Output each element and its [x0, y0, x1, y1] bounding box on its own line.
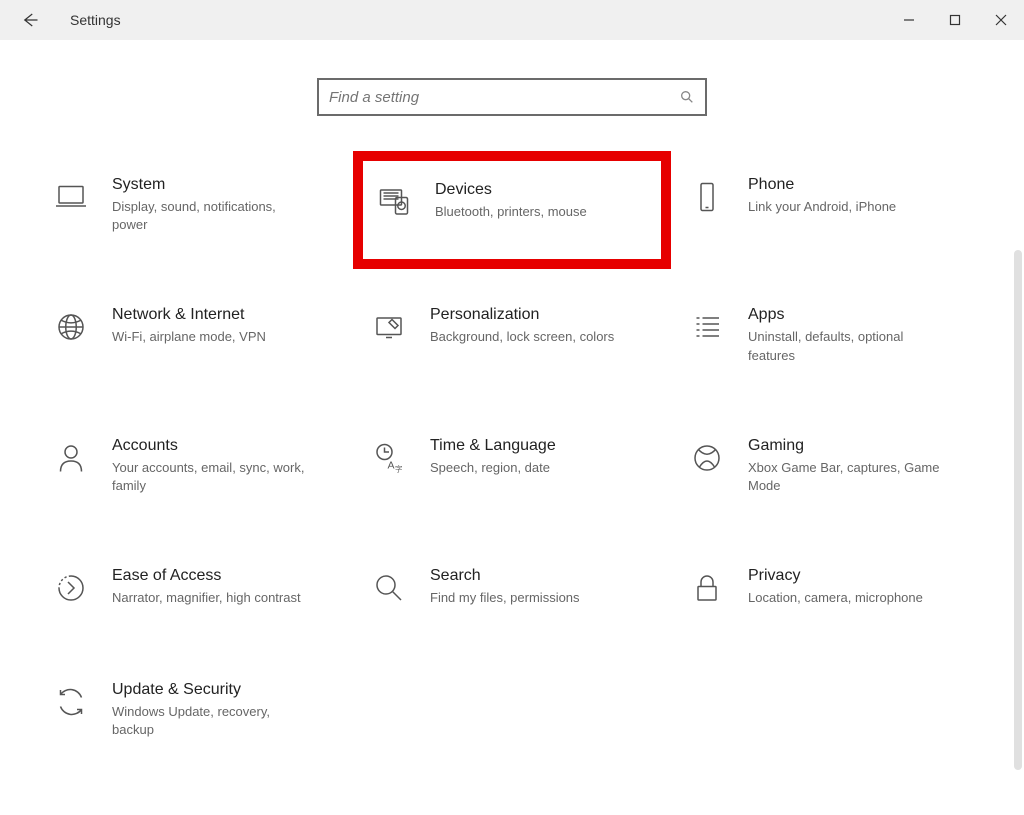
- category-privacy[interactable]: Privacy Location, camera, microphone: [681, 562, 979, 614]
- category-desc: Link your Android, iPhone: [748, 198, 896, 216]
- category-title: Search: [430, 567, 580, 585]
- svg-text:A: A: [388, 459, 395, 471]
- scrollbar[interactable]: [1014, 250, 1022, 770]
- category-desc: Find my files, permissions: [430, 589, 580, 607]
- category-time-language[interactable]: A 字 Time & Language Speech, region, date: [363, 432, 661, 500]
- time-language-icon: A 字: [368, 437, 410, 479]
- category-system[interactable]: System Display, sound, notifications, po…: [45, 171, 343, 239]
- apps-icon: [686, 306, 728, 348]
- category-desc: Speech, region, date: [430, 459, 556, 477]
- category-title: Personalization: [430, 306, 614, 324]
- settings-grid: System Display, sound, notifications, po…: [0, 171, 1024, 745]
- category-desc: Xbox Game Bar, captures, Game Mode: [748, 459, 948, 495]
- category-desc: Uninstall, defaults, optional features: [748, 328, 948, 364]
- titlebar: Settings: [0, 0, 1024, 40]
- search-input[interactable]: [329, 89, 679, 106]
- category-title: Accounts: [112, 437, 312, 455]
- category-title: Apps: [748, 306, 948, 324]
- back-button[interactable]: [20, 10, 40, 30]
- phone-icon: [686, 176, 728, 218]
- xbox-icon: [686, 437, 728, 479]
- category-desc: Windows Update, recovery, backup: [112, 703, 312, 739]
- devices-icon: [373, 181, 415, 223]
- window-controls: [886, 0, 1024, 40]
- category-accounts[interactable]: Accounts Your accounts, email, sync, wor…: [45, 432, 343, 500]
- maximize-button[interactable]: [932, 0, 978, 40]
- category-desc: Display, sound, notifications, power: [112, 198, 312, 234]
- category-title: Time & Language: [430, 437, 556, 455]
- ease-of-access-icon: [50, 567, 92, 609]
- close-button[interactable]: [978, 0, 1024, 40]
- category-apps[interactable]: Apps Uninstall, defaults, optional featu…: [681, 301, 979, 369]
- category-title: System: [112, 176, 312, 194]
- category-gaming[interactable]: Gaming Xbox Game Bar, captures, Game Mod…: [681, 432, 979, 500]
- category-desc: Background, lock screen, colors: [430, 328, 614, 346]
- lock-icon: [686, 567, 728, 609]
- category-title: Ease of Access: [112, 567, 301, 585]
- category-desc: Your accounts, email, sync, work, family: [112, 459, 312, 495]
- category-personalization[interactable]: Personalization Background, lock screen,…: [363, 301, 661, 369]
- search-icon: [679, 89, 695, 105]
- category-title: Devices: [435, 181, 587, 199]
- category-update-security[interactable]: Update & Security Windows Update, recove…: [45, 676, 343, 744]
- magnifier-icon: [368, 567, 410, 609]
- category-network[interactable]: Network & Internet Wi-Fi, airplane mode,…: [45, 301, 343, 369]
- person-icon: [50, 437, 92, 479]
- category-title: Gaming: [748, 437, 948, 455]
- sync-icon: [50, 681, 92, 723]
- category-desc: Wi-Fi, airplane mode, VPN: [112, 328, 266, 346]
- globe-icon: [50, 306, 92, 348]
- category-ease-of-access[interactable]: Ease of Access Narrator, magnifier, high…: [45, 562, 343, 614]
- minimize-button[interactable]: [886, 0, 932, 40]
- category-devices[interactable]: Devices Bluetooth, printers, mouse: [353, 151, 671, 269]
- personalization-icon: [368, 306, 410, 348]
- category-desc: Bluetooth, printers, mouse: [435, 203, 587, 221]
- category-title: Privacy: [748, 567, 923, 585]
- category-title: Network & Internet: [112, 306, 266, 324]
- category-title: Update & Security: [112, 681, 312, 699]
- category-title: Phone: [748, 176, 896, 194]
- category-desc: Location, camera, microphone: [748, 589, 923, 607]
- category-phone[interactable]: Phone Link your Android, iPhone: [681, 171, 979, 239]
- category-search[interactable]: Search Find my files, permissions: [363, 562, 661, 614]
- search-box[interactable]: [317, 78, 707, 116]
- window-title: Settings: [70, 12, 121, 28]
- svg-text:字: 字: [395, 463, 403, 473]
- laptop-icon: [50, 176, 92, 218]
- category-desc: Narrator, magnifier, high contrast: [112, 589, 301, 607]
